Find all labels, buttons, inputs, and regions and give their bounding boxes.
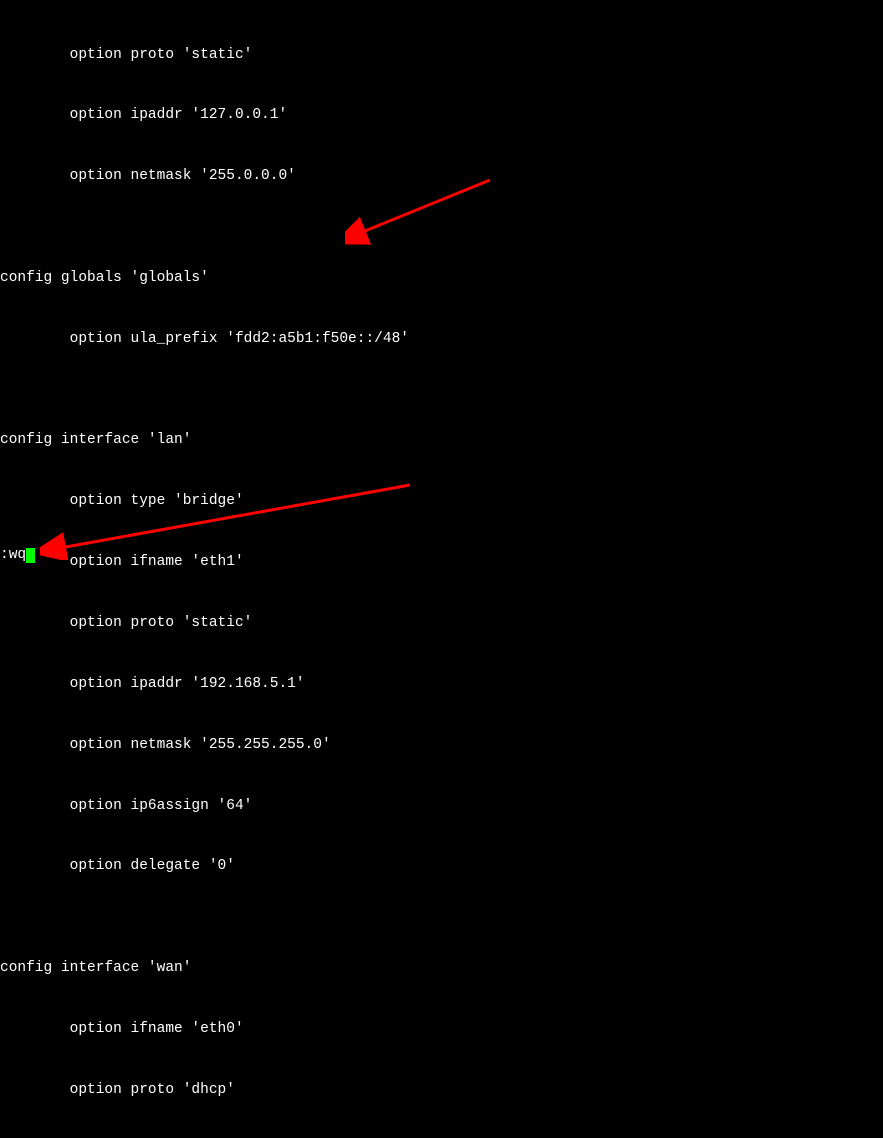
config-line: option ipaddr '127.0.0.1': [0, 105, 883, 125]
cursor: [26, 548, 35, 563]
config-line: option netmask '255.0.0.0': [0, 166, 883, 186]
terminal-output: option proto 'static' option ipaddr '127…: [0, 4, 883, 1138]
config-line: option proto 'static': [0, 613, 883, 633]
config-line: config globals 'globals': [0, 268, 883, 288]
config-line: option netmask '255.255.255.0': [0, 735, 883, 755]
config-line: option proto 'dhcp': [0, 1080, 883, 1100]
config-line: config interface 'wan': [0, 958, 883, 978]
config-line: config interface 'lan': [0, 430, 883, 450]
config-line: option ifname 'eth1': [0, 552, 883, 572]
config-line: option ip6assign '64': [0, 796, 883, 816]
config-line: option delegate '0': [0, 856, 883, 876]
config-line: option type 'bridge': [0, 491, 883, 511]
vi-command-line[interactable]: :wq: [0, 545, 35, 565]
config-line: option proto 'static': [0, 45, 883, 65]
config-line: option ifname 'eth0': [0, 1019, 883, 1039]
config-line: option ula_prefix 'fdd2:a5b1:f50e::/48': [0, 329, 883, 349]
config-line: option ipaddr '192.168.5.1': [0, 674, 883, 694]
command-text: :wq: [0, 547, 26, 563]
